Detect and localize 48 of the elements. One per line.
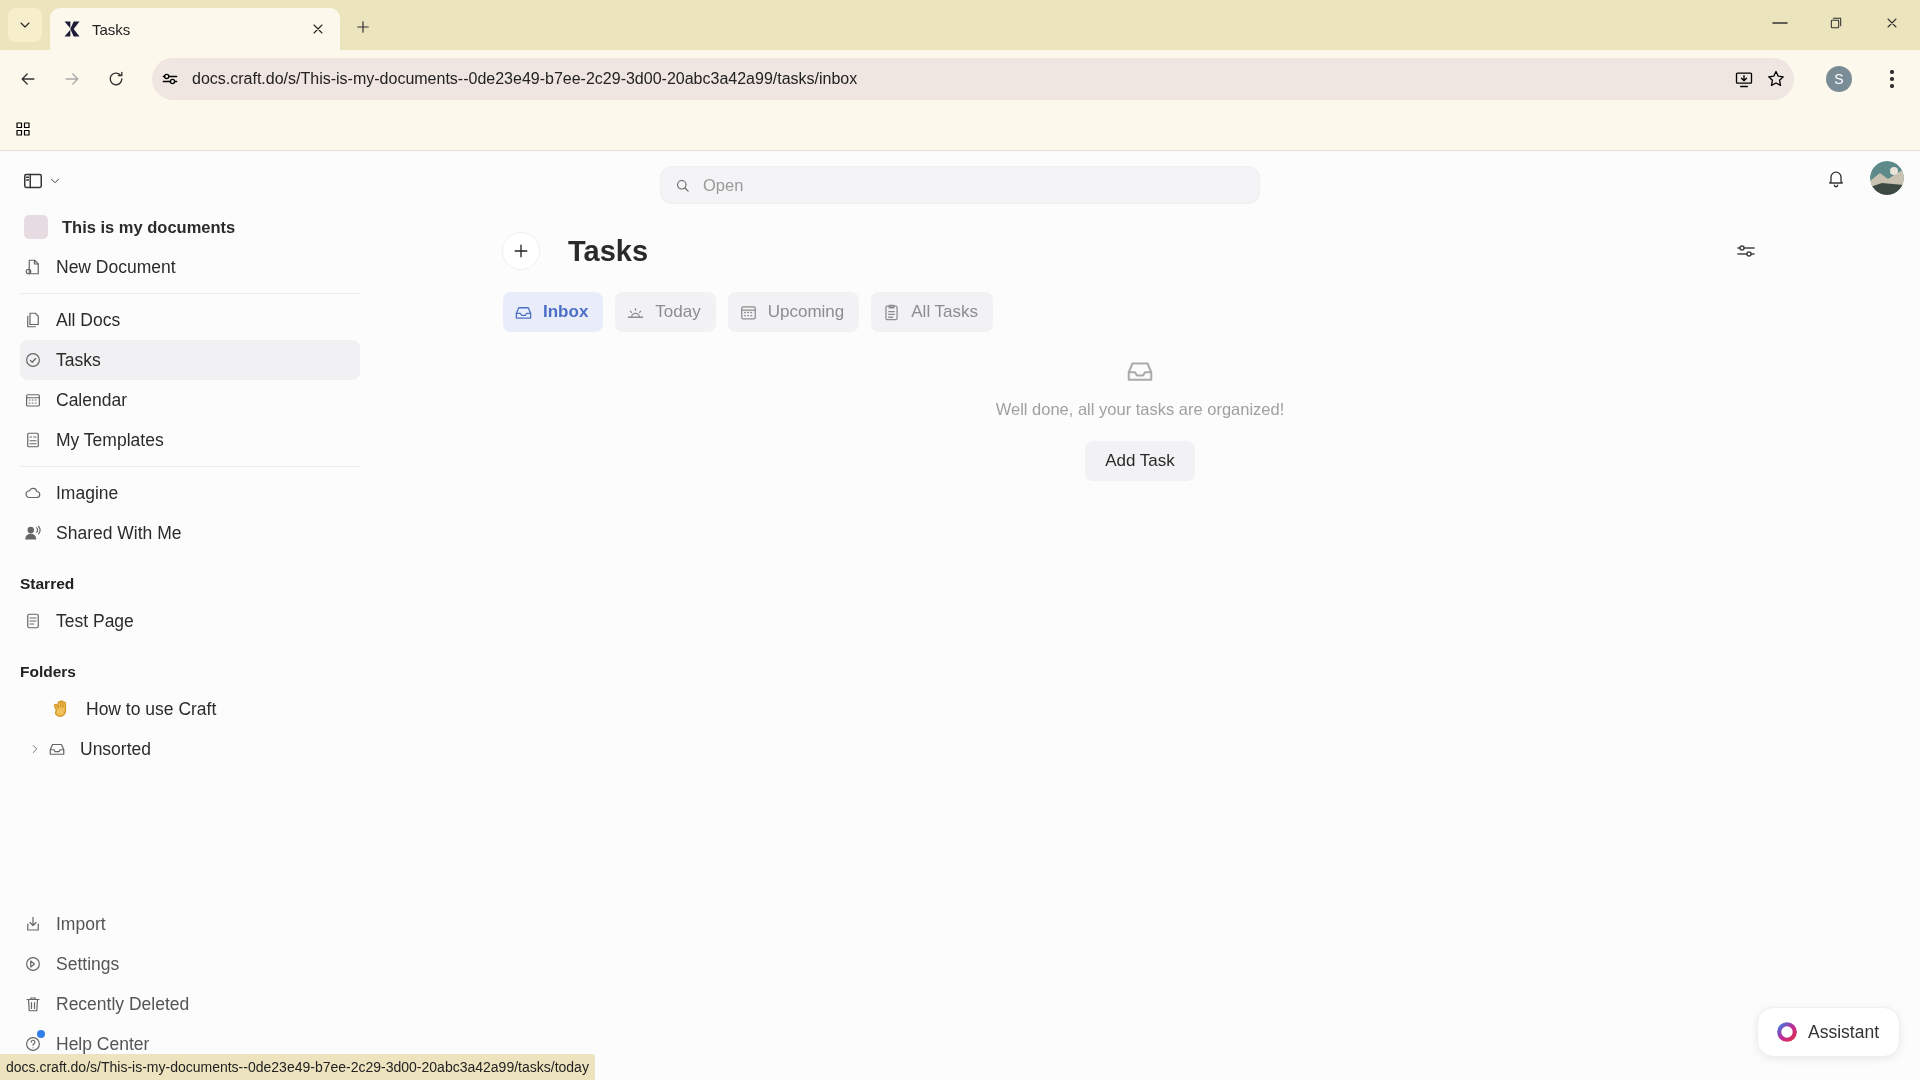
template-icon <box>24 431 42 449</box>
person-sharing-icon <box>24 524 42 542</box>
bookmark-star-icon[interactable] <box>1766 69 1786 89</box>
sidebar-item[interactable]: My Templates <box>20 420 360 460</box>
ring-icon <box>1776 1021 1798 1043</box>
add-task-button[interactable]: Add Task <box>1085 441 1195 481</box>
profile-avatar[interactable] <box>1870 161 1904 195</box>
assistant-button[interactable]: Assistant <box>1757 1007 1900 1057</box>
apps-grid-icon[interactable] <box>14 120 32 138</box>
sidebar-item[interactable]: New Document <box>20 247 360 287</box>
tab[interactable]: Inbox <box>503 292 604 332</box>
browser-tab[interactable]: Tasks <box>50 8 340 50</box>
documents-icon <box>24 311 42 329</box>
new-document-icon <box>24 258 42 276</box>
calendar-icon <box>24 391 42 409</box>
sidebar-item[interactable]: Calendar <box>20 380 360 420</box>
plus-icon <box>354 18 372 36</box>
sidebar-item[interactable]: Tasks <box>20 340 360 380</box>
sidebar-item[interactable]: Unsorted <box>20 729 360 769</box>
sidebar-item[interactable]: How to use Craft <box>20 689 360 729</box>
import-icon <box>24 915 42 933</box>
space-selector[interactable]: This is my documents <box>20 207 360 247</box>
sidebar-item[interactable]: Import <box>20 904 360 944</box>
sidebar-item[interactable]: Recently Deleted <box>20 984 360 1024</box>
help-icon <box>24 1035 42 1053</box>
sidebar-item[interactable]: Imagine <box>20 473 360 513</box>
restore-icon <box>1828 15 1844 31</box>
page-title: Tasks <box>568 234 650 268</box>
search-icon <box>674 177 691 194</box>
section-heading: Starred <box>20 575 76 593</box>
space-avatar <box>24 215 48 239</box>
trash-icon <box>24 995 42 1013</box>
empty-state-message: Well done, all your tasks are organized! <box>995 400 1285 419</box>
add-button[interactable] <box>502 232 540 270</box>
sidebar-item[interactable]: Shared With Me <box>20 513 360 553</box>
sidebar-item[interactable]: Settings <box>20 944 360 984</box>
minimize-icon <box>1772 22 1788 24</box>
page-icon <box>24 612 42 630</box>
sidebar-item[interactable]: All Docs <box>20 300 360 340</box>
status-url-tooltip: docs.craft.do/s/This-is-my-documents--0de23e49-b7ee-2c29-3d00-20abc3a42a99/tasks/today <box>0 1054 595 1080</box>
url-text: docs.craft.do/s/This-is-my-documents--0de23e49-b7ee-2c29-3d00-20abc3a42a99/tasks/inbox <box>192 70 859 88</box>
address-bar[interactable]: docs.craft.do/s/This-is-my-documents--0de23e49-b7ee-2c29-3d00-20abc3a42a99/tasks/inbox <box>152 58 1794 100</box>
check-circle-icon <box>24 351 42 369</box>
section-heading: Folders <box>20 663 77 681</box>
search-field[interactable]: Open <box>660 166 1260 204</box>
more-icon <box>1890 70 1894 88</box>
sidebar-item[interactable]: Test Page <box>20 601 360 641</box>
tab-title: Tasks <box>92 20 132 38</box>
